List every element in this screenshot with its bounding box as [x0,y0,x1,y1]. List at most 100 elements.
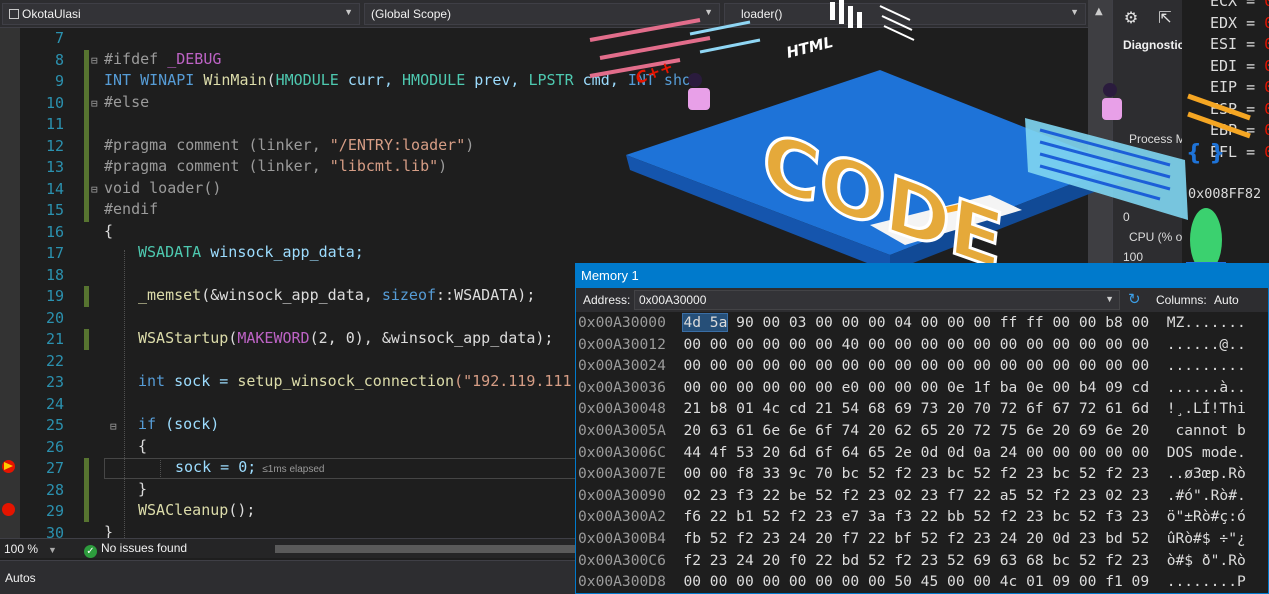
token: curr, [338,71,403,89]
process-memory-label: Process M [1129,132,1186,146]
memory-hex-bytes[interactable]: 00 00 00 00 00 00 e0 00 00 00 0e 1f ba 0… [683,379,1149,396]
memory-row[interactable]: 0x00A30012 00 00 00 00 00 00 40 00 00 00… [578,336,1246,353]
selected-bytes[interactable]: 4d 5a [682,313,729,332]
fold-toggle[interactable]: ⊟ [91,54,98,67]
code-line-12[interactable]: #pragma comment (linker, "/ENTRY:loader"… [104,136,474,154]
memory-hex-bytes[interactable]: 00 00 00 00 00 00 00 00 50 45 00 00 4c 0… [683,573,1149,590]
address-input[interactable]: 0x00A30000 ▼ [634,290,1120,310]
columns-selector[interactable]: Columns: Auto [1156,293,1239,307]
refresh-icon[interactable]: ↻ [1128,290,1141,308]
chevron-down-icon[interactable]: ▼ [1105,294,1114,304]
memory-row[interactable]: 0x00A3005A 20 63 61 6e 6e 6f 74 20 62 65… [578,422,1246,439]
code-line-9[interactable]: INT WINAPI WinMain(HMODULE curr, HMODULE… [104,71,700,89]
memory-window-title[interactable]: Memory 1 [576,264,1268,288]
register-ecx[interactable]: ECX = 0 [1210,0,1269,10]
gear-icon[interactable]: ⚙ [1121,8,1141,28]
memory-row[interactable]: 0x00A300B4 fb 52 f2 23 24 20 f7 22 bf 52… [578,530,1246,547]
memory-hex-bytes[interactable]: f2 23 24 20 f0 22 bd 52 f2 23 52 69 63 6… [683,552,1149,569]
memory-row[interactable]: 0x00A30048 21 b8 01 4c cd 21 54 68 69 73… [578,400,1246,417]
code-line-23[interactable]: int sock = setup_winsock_connection("192… [138,372,572,390]
token: if [138,415,157,433]
memory-row[interactable]: 0x00A30036 00 00 00 00 00 00 e0 00 00 00… [578,379,1246,396]
code-line-8[interactable]: #ifdef _DEBUG [104,50,221,68]
perf-tip[interactable]: ≤1ms elapsed [262,464,324,475]
memory-row[interactable]: 0x00A30024 00 00 00 00 00 00 00 00 00 00… [578,357,1246,374]
memory-ascii: !¸.LÍ!Thi [1166,400,1246,418]
vertical-scrollbar[interactable]: ▲ [1088,0,1112,270]
token: int [138,372,166,390]
code-line-17[interactable]: WSADATA winsock_app_data; [138,243,364,261]
code-line-14[interactable]: void loader() [104,179,221,197]
code-line-10[interactable]: #else [104,93,149,111]
line-number: 18 [45,265,64,284]
memory-hex-bytes[interactable]: 4d 5a 90 00 03 00 00 00 04 00 00 00 ff f… [682,313,1149,332]
memory-hex-bytes[interactable]: 00 00 f8 33 9c 70 bc 52 f2 23 bc 52 f2 2… [683,465,1149,482]
memory-hex-bytes[interactable]: f6 22 b1 52 f2 23 e7 3a f3 22 bb 52 f2 2… [683,508,1149,525]
memory-window[interactable]: Memory 1 Address: 0x00A30000 ▼ ↻ Columns… [575,263,1269,594]
code-line-16[interactable]: { [104,222,113,240]
code-line-27[interactable]: sock = 0; ≤1ms elapsed [175,458,324,476]
memory-hex-bytes[interactable]: 00 00 00 00 00 00 00 00 00 00 00 00 00 0… [683,357,1149,374]
memory-hex-bytes[interactable]: 44 4f 53 20 6d 6f 64 65 2e 0d 0d 0a 24 0… [683,444,1149,461]
autos-panel[interactable]: Autos [0,560,580,594]
memory-row[interactable]: 0x00A30090 02 23 f3 22 be 52 f2 23 02 23… [578,487,1246,504]
code-line-13[interactable]: #pragma comment (linker, "libcmt.lib") [104,157,447,175]
memory-row[interactable]: 0x00A300A2 f6 22 b1 52 f2 23 e7 3a f3 22… [578,508,1246,525]
memory-hex-bytes[interactable]: fb 52 f2 23 24 20 f7 22 bf 52 f2 23 24 2… [683,530,1149,547]
change-marker [84,50,89,222]
code-line-21[interactable]: WSAStartup(MAKEWORD(2, 0), &winsock_app_… [138,329,553,347]
register-edi[interactable]: EDI = 0 [1210,57,1269,75]
scope-dropdown[interactable]: (Global Scope) ▼ [364,3,720,25]
token: #pragma comment [104,136,240,154]
memory-row[interactable]: 0x00A3006C 44 4f 53 20 6d 6f 64 65 2e 0d… [578,444,1246,461]
breakpoint-icon[interactable] [2,503,15,516]
export-icon[interactable]: ⇱ [1155,8,1175,28]
zoom-dropdown[interactable]: 100 % ▼ [4,542,57,556]
register-eip[interactable]: EIP = 0 [1210,78,1269,96]
breakpoint-gutter[interactable] [0,28,20,540]
code-line-28[interactable]: } [138,480,147,498]
code-line-19[interactable]: _memset(&winsock_app_data, sizeof::WSADA… [138,286,535,304]
issues-indicator[interactable]: ✓ No issues found [84,541,187,558]
register-ebp[interactable]: EBP = 0 [1210,121,1269,139]
token: INT show [627,71,701,89]
scroll-up-icon[interactable]: ▲ [1095,6,1103,17]
memory-address: 0x00A3005A [578,422,666,439]
memory-hex-bytes[interactable]: 20 63 61 6e 6e 6f 74 20 62 65 20 72 75 6… [683,422,1149,439]
fold-toggle[interactable]: ⊟ [91,97,98,110]
memory-row[interactable]: 0x00A300D8 00 00 00 00 00 00 00 00 50 45… [578,573,1246,590]
code-line-29[interactable]: WSACleanup(); [138,501,255,519]
zoom-label: 100 % [4,542,39,556]
scope-label: (Global Scope) [371,7,452,21]
memory-hex-bytes[interactable]: 21 b8 01 4c cd 21 54 68 69 73 20 70 72 6… [683,400,1149,417]
code-line-25[interactable]: if (sock) [138,415,219,433]
register-esi[interactable]: ESI = 0 [1210,35,1269,53]
memory-address: 0x00A3006C [578,443,666,461]
code-line-26[interactable]: { [138,437,147,455]
function-dropdown[interactable]: loader() ▼ [724,3,1086,25]
current-statement-breakpoint-icon[interactable] [2,460,15,473]
memory-hex-bytes[interactable]: 00 00 00 00 00 00 40 00 00 00 00 00 00 0… [683,336,1149,353]
register-efl[interactable]: EFL = 0 [1210,143,1269,161]
change-marker [84,329,89,350]
register-edx[interactable]: EDX = 0 [1210,14,1269,32]
code-line-15[interactable]: #endif [104,200,158,218]
memory-ascii: ......... [1166,357,1246,375]
diagnostics-title: Diagnostic [1123,38,1185,52]
horizontal-scrollbar[interactable] [275,545,585,553]
memory-row[interactable]: 0x00A300C6 f2 23 24 20 f0 22 bd 52 f2 23… [578,552,1246,569]
function-label: loader() [741,7,783,21]
memory-address: 0x00A30024 [578,357,666,375]
memory-row[interactable]: 0x00A3007E 00 00 f8 33 9c 70 bc 52 f2 23… [578,465,1246,482]
register-esp[interactable]: ESP = 0 [1210,100,1269,118]
memory-address: 0x00A30090 [578,486,666,504]
memory-hex-bytes[interactable]: 02 23 f3 22 be 52 f2 23 02 23 f7 22 a5 5… [683,487,1149,504]
project-dropdown[interactable]: OkotaUlasi ▼ [2,3,360,25]
registers-panel[interactable]: ECX = 0 EDX = 0 ESI = 0 EDI = 0 EIP = 0 ESP =… [1182,0,1269,264]
memory-address: 0x00A300B4 [578,530,666,547]
token: ::WSADATA); [436,286,536,304]
line-number: 15 [45,201,64,219]
memory-row[interactable]: 0x00A30000 4d 5a 90 00 03 00 00 00 04 00… [578,313,1246,332]
fold-toggle[interactable]: ⊟ [91,183,98,196]
fold-toggle[interactable]: ⊟ [110,420,117,433]
